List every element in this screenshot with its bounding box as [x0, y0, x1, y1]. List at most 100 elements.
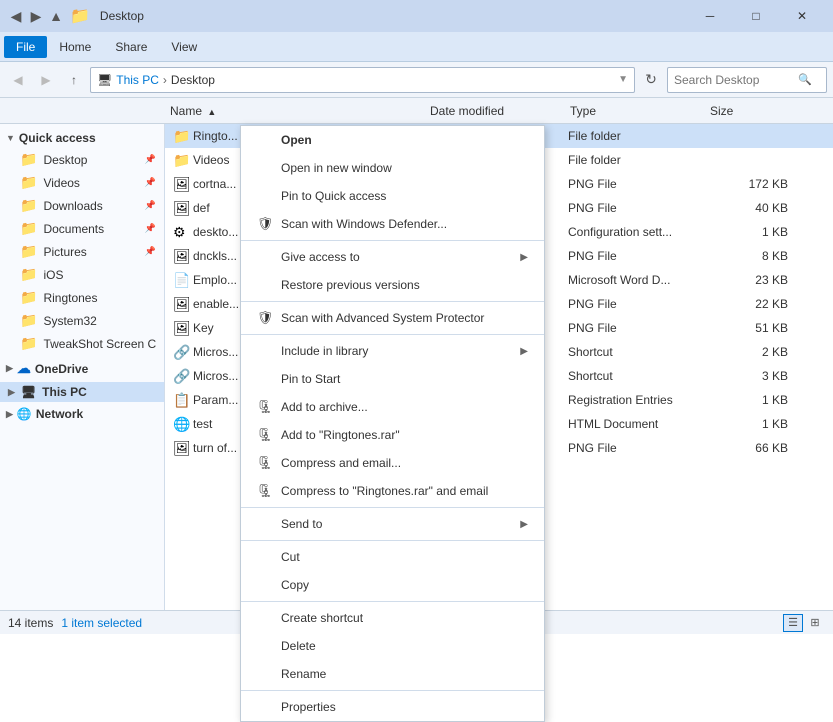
- refresh-button[interactable]: ↻: [639, 68, 663, 92]
- ctx-scan-defender[interactable]: 🛡 Scan with Windows Defender...: [241, 210, 544, 238]
- breadcrumb-expand[interactable]: ▼: [618, 74, 628, 85]
- ctx-icon: [257, 516, 273, 532]
- search-box: 🔍: [667, 67, 827, 93]
- ctx-delete[interactable]: Delete: [241, 632, 544, 660]
- file-size: 1 KB: [708, 393, 788, 407]
- ctx-compress-email[interactable]: 🗜 Compress and email...: [241, 449, 544, 477]
- col-header-size[interactable]: Size: [710, 104, 790, 118]
- ctx-label: Open in new window: [281, 161, 392, 175]
- sidebar-item-label: iOS: [43, 268, 63, 282]
- address-bar: ◀ ▶ ↑ 🖥 This PC › Desktop ▼ ↻ 🔍: [0, 62, 833, 98]
- sidebar-item-thispc[interactable]: ▶ 🖥 This PC: [0, 382, 164, 402]
- sidebar-item-videos[interactable]: 📁 Videos 📌: [0, 171, 164, 194]
- minimize-button[interactable]: ─: [687, 0, 733, 32]
- sidebar-section-network: ▶ 🌐 Network: [0, 404, 164, 424]
- ctx-pin-start[interactable]: Pin to Start: [241, 365, 544, 393]
- file-icon: 📁: [173, 128, 193, 145]
- sidebar-section-quickaccess: ▼ Quick access 📁 Desktop 📌 📁 Videos 📌 📁 …: [0, 128, 164, 355]
- breadcrumb-thispc[interactable]: This PC: [116, 73, 159, 87]
- close-button[interactable]: ✕: [779, 0, 825, 32]
- search-input[interactable]: [674, 73, 794, 87]
- ctx-properties[interactable]: Properties: [241, 693, 544, 721]
- breadcrumb-computer: 🖥: [97, 73, 112, 87]
- folder-icon: 📁: [20, 220, 37, 237]
- col-header-type[interactable]: Type: [570, 104, 710, 118]
- ctx-label: Scan with Advanced System Protector: [281, 311, 484, 325]
- file-size: 1 KB: [708, 225, 788, 239]
- ctx-open[interactable]: Open: [241, 126, 544, 154]
- sidebar-item-label: Downloads: [43, 199, 102, 213]
- sidebar-item-ringtones[interactable]: 📁 Ringtones: [0, 286, 164, 309]
- context-menu: Open Open in new window Pin to Quick acc…: [240, 125, 545, 722]
- up-button[interactable]: ↑: [62, 68, 86, 92]
- ctx-add-rar[interactable]: 🗜 Add to "Ringtones.rar": [241, 421, 544, 449]
- onedrive-icon: ☁: [17, 360, 31, 377]
- maximize-button[interactable]: □: [733, 0, 779, 32]
- sidebar-header-onedrive[interactable]: ▶ ☁ OneDrive: [0, 357, 164, 380]
- view-buttons: ☰ ⊞: [783, 614, 825, 632]
- sidebar-item-label: Ringtones: [43, 291, 97, 305]
- sidebar-item-downloads[interactable]: 📁 Downloads 📌: [0, 194, 164, 217]
- file-icon: 📋: [173, 392, 193, 409]
- ctx-icon: [257, 277, 273, 293]
- sidebar-item-desktop[interactable]: 📁 Desktop 📌: [0, 148, 164, 171]
- sidebar: ▼ Quick access 📁 Desktop 📌 📁 Videos 📌 📁 …: [0, 124, 165, 610]
- sidebar-header-quickaccess[interactable]: ▼ Quick access: [0, 128, 164, 148]
- ctx-pin-quick-access[interactable]: Pin to Quick access: [241, 182, 544, 210]
- ctx-icon: [257, 343, 273, 359]
- sidebar-item-tweakshot[interactable]: 📁 TweakShot Screen C: [0, 332, 164, 355]
- folder-icon: 📁: [20, 335, 37, 352]
- ctx-cut[interactable]: Cut: [241, 543, 544, 571]
- ctx-rename[interactable]: Rename: [241, 660, 544, 688]
- tiles-view-button[interactable]: ⊞: [805, 614, 825, 632]
- file-size: 40 KB: [708, 201, 788, 215]
- col-header-date[interactable]: Date modified: [430, 104, 570, 118]
- ctx-separator: [241, 301, 544, 302]
- ctx-give-access[interactable]: Give access to ▶: [241, 243, 544, 271]
- ctx-send-to[interactable]: Send to ▶: [241, 510, 544, 538]
- sidebar-item-pictures[interactable]: 📁 Pictures 📌: [0, 240, 164, 263]
- menu-view[interactable]: View: [159, 36, 209, 58]
- sidebar-header-network[interactable]: ▶ 🌐 Network: [0, 404, 164, 424]
- ctx-restore-versions[interactable]: Restore previous versions: [241, 271, 544, 299]
- file-type: PNG File: [568, 249, 708, 263]
- col-header-name[interactable]: Name ▲: [170, 104, 430, 118]
- ctx-compress-rar-email[interactable]: 🗜 Compress to "Ringtones.rar" and email: [241, 477, 544, 505]
- file-type: PNG File: [568, 321, 708, 335]
- breadcrumb-desktop: Desktop: [171, 73, 215, 87]
- folder-icon: 📁: [20, 197, 37, 214]
- file-icon: 🖼: [173, 248, 193, 265]
- file-icon: ⚙: [173, 224, 193, 241]
- ctx-label: Pin to Start: [281, 372, 340, 386]
- ctx-label: Pin to Quick access: [281, 189, 386, 203]
- menu-share[interactable]: Share: [103, 36, 159, 58]
- menu-file[interactable]: File: [4, 36, 47, 58]
- sidebar-item-system32[interactable]: 📁 System32: [0, 309, 164, 332]
- submenu-arrow-icon: ▶: [520, 519, 528, 530]
- sidebar-item-ios[interactable]: 📁 iOS: [0, 263, 164, 286]
- details-view-button[interactable]: ☰: [783, 614, 803, 632]
- forward-button[interactable]: ▶: [34, 68, 58, 92]
- ctx-icon: [257, 699, 273, 715]
- file-icon: 🖼: [173, 200, 193, 217]
- breadcrumb[interactable]: 🖥 This PC › Desktop ▼: [90, 67, 635, 93]
- ctx-create-shortcut[interactable]: Create shortcut: [241, 604, 544, 632]
- pin-icon: 📌: [145, 246, 156, 257]
- search-icon: 🔍: [798, 73, 812, 86]
- ctx-include-library[interactable]: Include in library ▶: [241, 337, 544, 365]
- ctx-label: Delete: [281, 639, 316, 653]
- ctx-add-archive[interactable]: 🗜 Add to archive...: [241, 393, 544, 421]
- ctx-label: Include in library: [281, 344, 368, 358]
- sidebar-item-documents[interactable]: 📁 Documents 📌: [0, 217, 164, 240]
- back-icon: ◀: [8, 8, 24, 24]
- chevron-icon: ▶: [6, 409, 13, 420]
- ctx-scan-advanced[interactable]: 🛡 Scan with Advanced System Protector: [241, 304, 544, 332]
- ctx-copy[interactable]: Copy: [241, 571, 544, 599]
- menu-home[interactable]: Home: [47, 36, 103, 58]
- file-icon: 🌐: [173, 416, 193, 433]
- ctx-open-new-window[interactable]: Open in new window: [241, 154, 544, 182]
- sidebar-item-label: Documents: [43, 222, 104, 236]
- status-selected[interactable]: 1 item selected: [61, 616, 142, 630]
- ctx-icon: [257, 549, 273, 565]
- back-button[interactable]: ◀: [6, 68, 30, 92]
